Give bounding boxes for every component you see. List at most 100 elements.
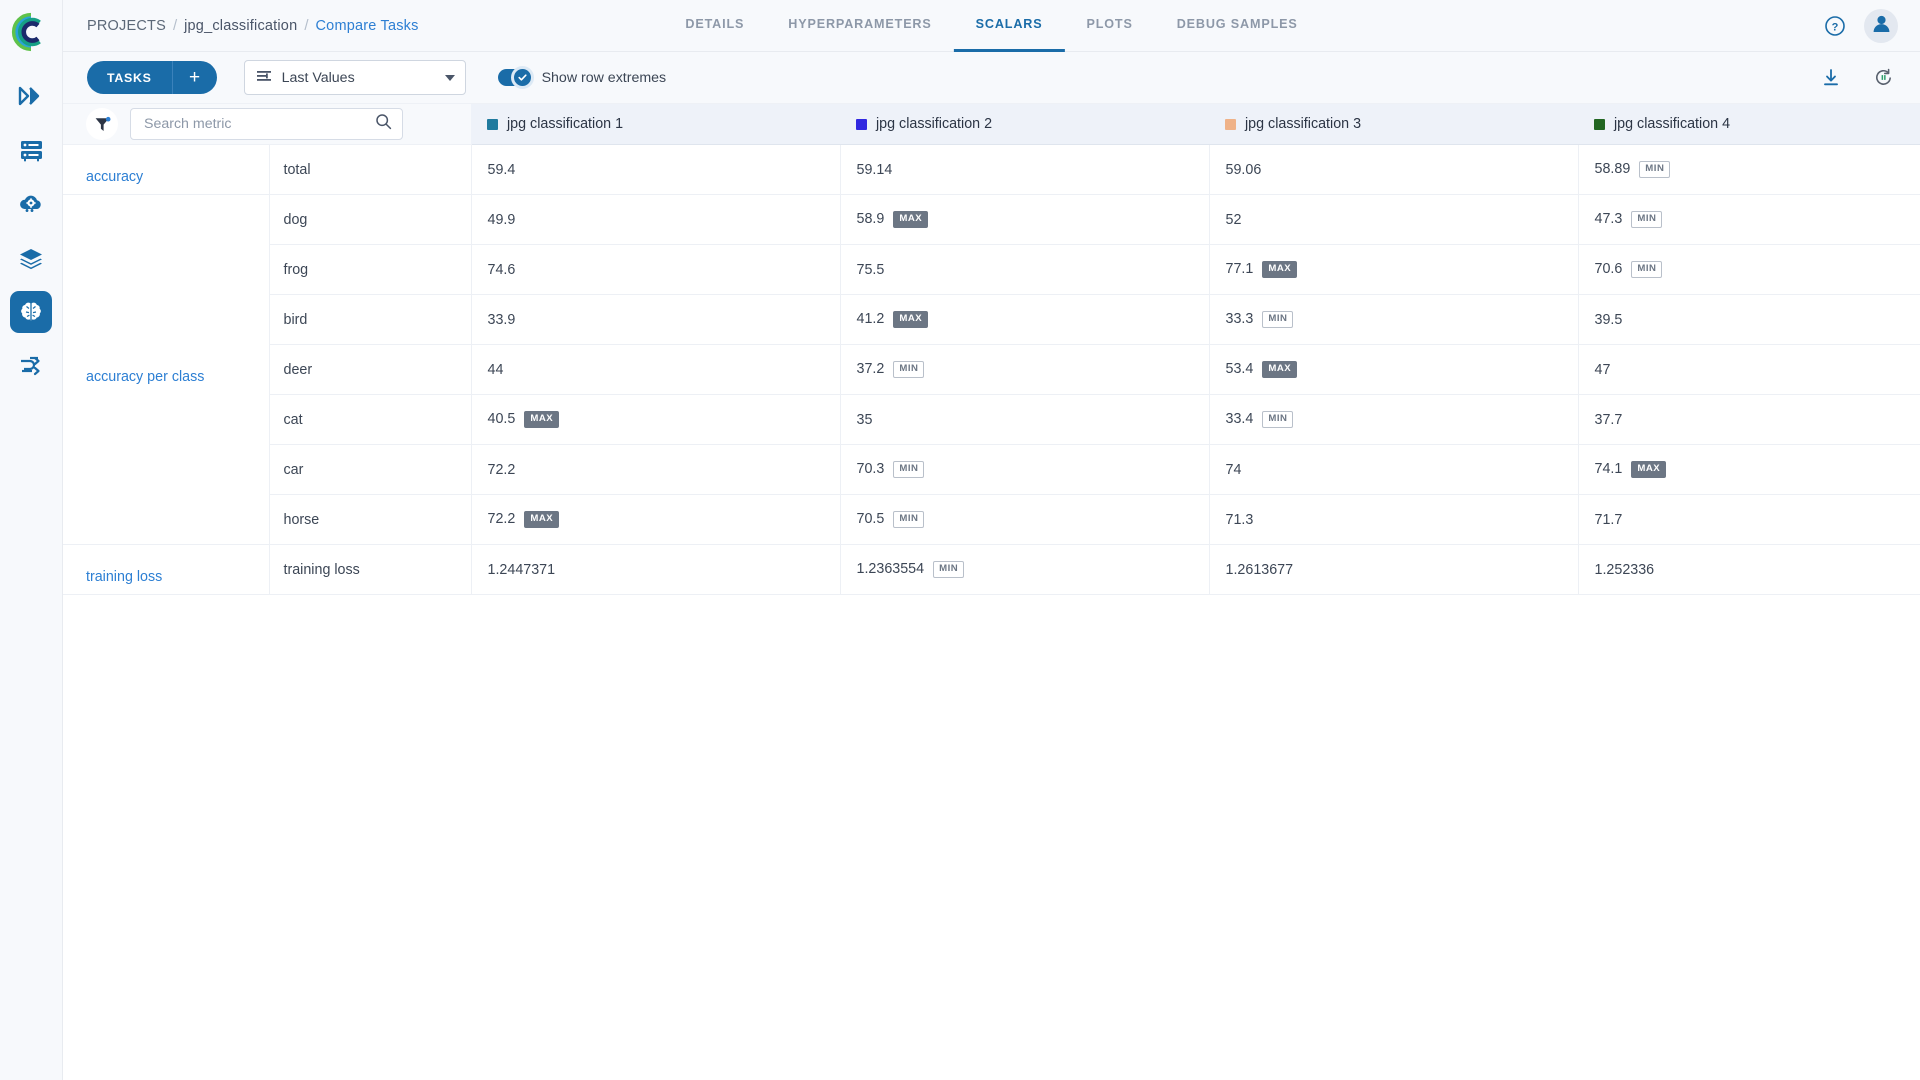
task-color-swatch bbox=[1594, 119, 1605, 130]
task-color-swatch bbox=[1225, 119, 1236, 130]
cell-value: 33.3 bbox=[1226, 311, 1254, 327]
metric-link[interactable]: accuracy per class bbox=[86, 353, 204, 385]
value-cell: 33.9 bbox=[471, 295, 840, 345]
variant-cell: training loss bbox=[269, 545, 471, 595]
value-cell: 49.9 bbox=[471, 195, 840, 245]
table-row: accuracytotal59.459.1459.0658.89MIN59.52… bbox=[63, 145, 1920, 195]
sidebar-item-workers[interactable] bbox=[10, 129, 52, 171]
breadcrumb-projects[interactable]: PROJECTS bbox=[87, 18, 166, 34]
value-cell: 47 bbox=[1578, 345, 1920, 395]
extreme-badge: MIN bbox=[1639, 161, 1670, 178]
value-cell: 70.6MIN bbox=[1578, 245, 1920, 295]
metric-group-cell: training loss bbox=[63, 545, 269, 595]
tab-details[interactable]: DETAILS bbox=[663, 0, 766, 52]
variant-cell: frog bbox=[269, 245, 471, 295]
value-cell: 37.7 bbox=[1578, 395, 1920, 445]
value-cell: 33.4 MIN bbox=[1209, 395, 1578, 445]
cell-value: 41.2 bbox=[857, 311, 885, 327]
extreme-badge: MIN bbox=[1262, 411, 1293, 428]
cell-value: 39.5 bbox=[1595, 312, 1623, 328]
cell-value: 71.3 bbox=[1226, 512, 1254, 528]
table-body: accuracytotal59.459.1459.0658.89MIN59.52… bbox=[63, 145, 1920, 595]
breadcrumb: PROJECTS / jpg_classification / Compare … bbox=[63, 17, 419, 34]
tab-debug-samples[interactable]: DEBUG SAMPLES bbox=[1155, 0, 1320, 52]
column-header-task-4[interactable]: jpg classification 4 bbox=[1578, 104, 1920, 145]
cell-value: 1.2613677 bbox=[1226, 562, 1294, 578]
sidebar-item-pipelines[interactable] bbox=[10, 75, 52, 117]
value-cell: 35 bbox=[840, 395, 1209, 445]
cell-value: 33.4 bbox=[1226, 411, 1254, 427]
cell-value: 74.1 bbox=[1595, 461, 1623, 477]
toggle-knob bbox=[511, 66, 534, 89]
cell-value: 70.3 bbox=[857, 461, 885, 477]
table-row: horse72.2MAX70.5MIN71.371.771.6 bbox=[63, 495, 1920, 545]
column-header-label: jpg classification 1 bbox=[507, 116, 623, 132]
avatar[interactable] bbox=[1864, 9, 1898, 43]
auto-refresh-icon[interactable] bbox=[1868, 63, 1898, 93]
sidebar-item-pipeline-flow[interactable] bbox=[10, 345, 52, 387]
clearml-logo[interactable] bbox=[0, 0, 63, 63]
value-cell: 59.4 bbox=[471, 145, 840, 195]
show-row-extremes-toggle[interactable]: Show row extremes bbox=[498, 69, 667, 86]
scalars-table-container[interactable]: jpg classification 1 jpg classification … bbox=[63, 104, 1920, 1080]
extreme-badge: MAX bbox=[524, 511, 559, 528]
cell-value: 1.2447371 bbox=[488, 562, 556, 578]
tab-hyperparameters[interactable]: HYPERPARAMETERS bbox=[766, 0, 953, 52]
values-mode-select[interactable]: Last Values bbox=[244, 60, 466, 95]
value-cell: 72.2MAX bbox=[471, 495, 840, 545]
metric-link[interactable]: accuracy bbox=[86, 153, 143, 185]
value-cell: 58.89 MIN bbox=[1578, 145, 1920, 195]
extreme-badge: MAX bbox=[1262, 261, 1297, 278]
cell-value: 71.7 bbox=[1595, 512, 1623, 528]
search-input[interactable] bbox=[144, 116, 375, 132]
tasks-button[interactable]: TASKS bbox=[87, 61, 172, 94]
column-header-label: jpg classification 2 bbox=[876, 116, 992, 132]
cell-value: 49.9 bbox=[488, 212, 516, 228]
show-row-extremes-label: Show row extremes bbox=[542, 70, 667, 86]
download-icon[interactable] bbox=[1816, 63, 1846, 93]
extreme-badge: MAX bbox=[893, 311, 928, 328]
server-rack-icon bbox=[19, 138, 44, 162]
add-task-button[interactable]: + bbox=[172, 61, 217, 94]
sidebar-item-autoscalers[interactable] bbox=[10, 183, 52, 225]
tab-scalars[interactable]: SCALARS bbox=[954, 0, 1065, 52]
cell-value: 37.2 bbox=[857, 361, 885, 377]
help-circle-icon[interactable]: ? bbox=[1820, 11, 1850, 41]
tasks-button-group: TASKS + bbox=[87, 61, 217, 94]
column-header-task-1[interactable]: jpg classification 1 bbox=[471, 104, 840, 145]
value-cell: 39.5 bbox=[1578, 295, 1920, 345]
filter-funnel-icon[interactable] bbox=[86, 108, 118, 140]
search-icon[interactable] bbox=[375, 113, 392, 135]
cell-value: 58.89 bbox=[1595, 161, 1631, 177]
cell-value: 58.9 bbox=[857, 211, 885, 227]
breadcrumb-separator-1: / bbox=[173, 17, 177, 34]
table-header-row: jpg classification 1 jpg classification … bbox=[63, 104, 1920, 145]
extreme-badge: MAX bbox=[524, 411, 559, 428]
breadcrumb-current[interactable]: Compare Tasks bbox=[316, 18, 419, 34]
toolbar: TASKS + Last Values bbox=[63, 52, 1920, 104]
left-nav-rail bbox=[0, 0, 63, 1080]
sidebar-item-datasets[interactable] bbox=[10, 237, 52, 279]
metric-group-cell: accuracy bbox=[63, 145, 269, 195]
sidebar-item-models[interactable] bbox=[10, 291, 52, 333]
value-cell: 53.4MAX bbox=[1209, 345, 1578, 395]
value-cell: 72.2 bbox=[471, 445, 840, 495]
cell-value: 40.5 bbox=[488, 411, 516, 427]
table-head: jpg classification 1 jpg classification … bbox=[63, 104, 1920, 145]
cell-value: 59.06 bbox=[1226, 162, 1262, 178]
user-avatar-icon bbox=[1871, 13, 1892, 39]
cell-value: 52 bbox=[1226, 212, 1242, 228]
brain-icon bbox=[18, 300, 44, 324]
column-header-task-3[interactable]: jpg classification 3 bbox=[1209, 104, 1578, 145]
cell-value: 53.4 bbox=[1226, 361, 1254, 377]
check-icon bbox=[517, 72, 528, 83]
column-header-task-2[interactable]: jpg classification 2 bbox=[840, 104, 1209, 145]
cell-value: 1.2363554 bbox=[857, 561, 925, 577]
tab-plots[interactable]: PLOTS bbox=[1064, 0, 1154, 52]
breadcrumb-project[interactable]: jpg_classification bbox=[184, 18, 297, 34]
value-cell: 75.5 bbox=[840, 245, 1209, 295]
table-row: training loss training loss 1.2447371 1.236… bbox=[63, 545, 1920, 595]
search-metric-field[interactable] bbox=[130, 108, 403, 140]
cell-value: 74.6 bbox=[488, 262, 516, 278]
metric-link[interactable]: training loss bbox=[86, 553, 162, 585]
